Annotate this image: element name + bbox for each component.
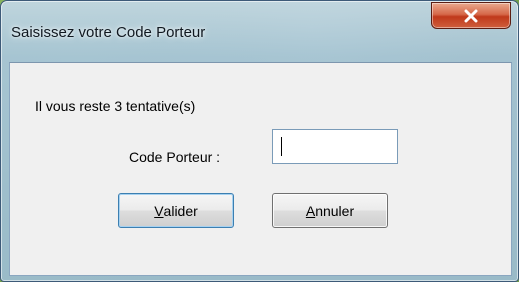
validate-button[interactable]: Valider [118,193,234,228]
code-porteur-input[interactable] [272,129,398,164]
validate-mnemonic: V [154,202,164,219]
text-caret [281,137,282,156]
window-title: Saisissez votre Code Porteur [11,24,206,41]
close-button[interactable] [431,2,511,29]
dialog-body: Il vous reste 3 tentative(s) Code Porteu… [9,62,512,276]
dialog-window: Saisissez votre Code Porteur Il vous res… [0,0,519,282]
cancel-mnemonic: A [305,202,316,219]
cancel-button[interactable]: Annuler [272,193,388,228]
code-porteur-label: Code Porteur : [129,149,221,165]
validate-label-rest: alider [163,202,198,219]
close-icon [432,3,510,28]
title-bar[interactable]: Saisissez votre Code Porteur [1,1,518,53]
cancel-label-rest: nnuler [315,202,355,219]
remaining-attempts-text: Il vous reste 3 tentative(s) [35,98,196,114]
